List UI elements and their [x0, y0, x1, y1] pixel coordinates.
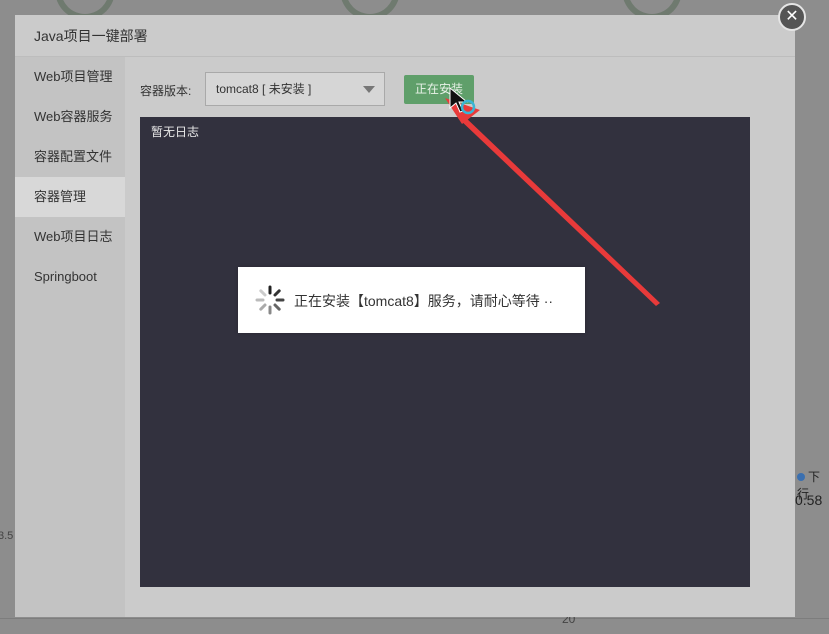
- log-panel: 暂无日志: [140, 117, 750, 587]
- spinner-icon: [255, 285, 285, 315]
- sidebar-item-web-container[interactable]: Web容器服务: [15, 97, 125, 137]
- chevron-down-icon: [363, 86, 375, 93]
- loading-toast: 正在安装【tomcat8】服务，请耐心等待 ··: [238, 267, 585, 333]
- dialog-title: Java项目一键部署: [15, 15, 795, 57]
- sidebar-item-container-manage[interactable]: 容器管理: [15, 177, 125, 217]
- legend-dot-icon: [797, 473, 805, 481]
- sidebar-item-web-project[interactable]: Web项目管理: [15, 57, 125, 97]
- background-value: 0.58: [795, 492, 823, 508]
- sidebar-item-springboot[interactable]: Springboot: [15, 257, 125, 297]
- mouse-cursor-icon: [449, 86, 476, 115]
- version-label: 容器版本:: [140, 84, 192, 98]
- version-select-value: tomcat8 [ 未安装 ]: [216, 82, 312, 96]
- background-divider: [0, 618, 829, 619]
- log-empty-text: 暂无日志: [151, 125, 200, 139]
- toast-message: 正在安装【tomcat8】服务，请耐心等待 ··: [294, 293, 554, 309]
- sidebar-item-web-log[interactable]: Web项目日志: [15, 217, 125, 257]
- close-icon: ✕: [785, 8, 799, 25]
- sidebar: Web项目管理 Web容器服务 容器配置文件 容器管理 Web项目日志 Spri…: [15, 57, 125, 617]
- close-button[interactable]: ✕: [778, 3, 806, 31]
- version-select[interactable]: tomcat8 [ 未安装 ]: [205, 72, 385, 106]
- sidebar-item-container-config[interactable]: 容器配置文件: [15, 137, 125, 177]
- background-left-number: 3.5: [0, 530, 14, 542]
